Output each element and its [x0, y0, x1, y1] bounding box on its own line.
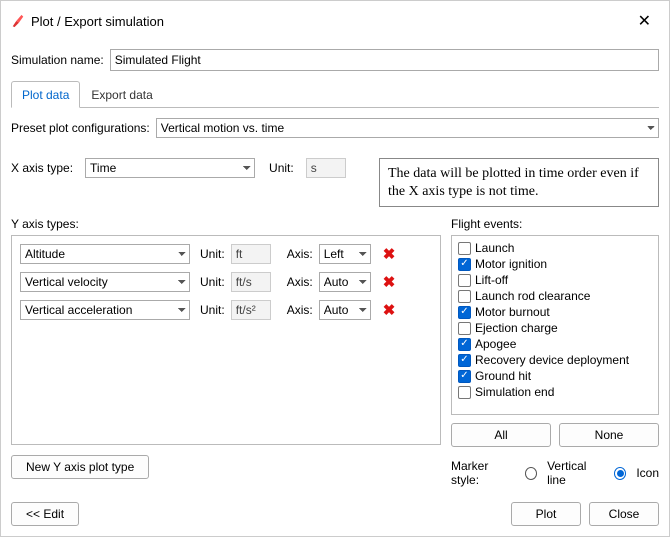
- event-row: Recovery device deployment: [456, 352, 654, 368]
- event-checkbox[interactable]: [458, 386, 471, 399]
- close-icon[interactable]: ✕: [630, 7, 659, 35]
- edit-button[interactable]: << Edit: [11, 502, 79, 526]
- y-unit: [231, 272, 271, 292]
- event-label: Launch rod clearance: [475, 289, 590, 303]
- xaxis-note-row: X axis type: Time Unit: The data will be…: [11, 158, 659, 207]
- event-checkbox[interactable]: [458, 242, 471, 255]
- y-axis-select[interactable]: Left: [319, 244, 371, 264]
- y-axis-select[interactable]: Auto: [319, 300, 371, 320]
- marker-style-row: Marker style: Vertical line Icon: [451, 459, 659, 487]
- event-checkbox[interactable]: [458, 354, 471, 367]
- tab-content: Preset plot configurations: Vertical mot…: [11, 108, 659, 526]
- y-axis-label: Axis:: [287, 303, 313, 317]
- marker-style-label: Marker style:: [451, 459, 515, 487]
- events-list: Launch Motor ignition Lift-off Launch rod c…: [451, 235, 659, 415]
- event-label: Simulation end: [475, 385, 554, 399]
- y-axis-label: Axis:: [287, 247, 313, 261]
- event-row: Ejection charge: [456, 320, 654, 336]
- event-checkbox[interactable]: [458, 274, 471, 287]
- new-y-wrap: New Y axis plot type: [11, 455, 441, 479]
- event-row: Launch: [456, 240, 654, 256]
- simulation-name-input[interactable]: [110, 49, 659, 71]
- y-row: Altitude Unit: Axis: Left ✖: [20, 244, 432, 264]
- xaxis-unit-label: Unit:: [269, 161, 294, 175]
- event-row: Launch rod clearance: [456, 288, 654, 304]
- event-label: Motor ignition: [475, 257, 547, 271]
- y-type-select[interactable]: Vertical velocity: [20, 272, 190, 292]
- simulation-name-label: Simulation name:: [11, 53, 104, 67]
- delete-y-row-icon[interactable]: ✖: [377, 245, 402, 263]
- event-row: Lift-off: [456, 272, 654, 288]
- xaxis-unit: [306, 158, 346, 178]
- preset-select[interactable]: Vertical motion vs. time: [156, 118, 659, 138]
- events-header: Flight events:: [451, 217, 653, 231]
- event-label: Apogee: [475, 337, 516, 351]
- y-unit-label: Unit:: [200, 303, 225, 317]
- event-checkbox[interactable]: [458, 290, 471, 303]
- window-title: Plot / Export simulation: [31, 14, 164, 29]
- events-all-button[interactable]: All: [451, 423, 551, 447]
- info-note: The data will be plotted in time order e…: [379, 158, 659, 207]
- dialog-body: Simulation name: Plot data Export data P…: [1, 41, 669, 536]
- xaxis-label: X axis type:: [11, 161, 73, 175]
- y-panel: AltitudeUnit:Axis:Left✖Vertical velocity…: [11, 235, 441, 445]
- y-unit: [231, 300, 271, 320]
- close-button[interactable]: Close: [589, 502, 659, 526]
- event-label: Lift-off: [475, 273, 508, 287]
- event-checkbox[interactable]: [458, 306, 471, 319]
- events-none-button[interactable]: None: [559, 423, 659, 447]
- xaxis-controls: X axis type: Time Unit:: [11, 158, 369, 178]
- preset-label: Preset plot configurations:: [11, 121, 150, 135]
- preset-row: Preset plot configurations: Vertical mot…: [11, 118, 659, 138]
- tab-export-data[interactable]: Export data: [80, 81, 163, 108]
- marker-icon-label: Icon: [636, 466, 659, 480]
- plot-button[interactable]: Plot: [511, 502, 581, 526]
- new-y-axis-button[interactable]: New Y axis plot type: [11, 455, 149, 479]
- y-type-select[interactable]: Altitude: [20, 244, 190, 264]
- y-section: Y axis types: AltitudeUnit:Axis:Left✖Ver…: [11, 217, 441, 494]
- y-row: Vertical velocity Unit: Axis: Auto ✖: [20, 272, 432, 292]
- title-bar: Plot / Export simulation ✕: [1, 1, 669, 41]
- event-row: Ground hit: [456, 368, 654, 384]
- event-checkbox[interactable]: [458, 258, 471, 271]
- event-row: Simulation end: [456, 384, 654, 400]
- simulation-name-row: Simulation name:: [11, 49, 659, 71]
- xaxis-type-select[interactable]: Time: [85, 158, 255, 178]
- delete-y-row-icon[interactable]: ✖: [377, 301, 402, 319]
- dialog-window: Plot / Export simulation ✕ Simulation na…: [0, 0, 670, 537]
- events-buttons: All None: [451, 423, 659, 447]
- event-label: Ejection charge: [475, 321, 558, 335]
- event-checkbox[interactable]: [458, 322, 471, 335]
- y-unit: [231, 244, 271, 264]
- events-section: Flight events: Launch Motor ignition Lift-…: [451, 217, 659, 494]
- event-label: Motor burnout: [475, 305, 550, 319]
- event-label: Launch: [475, 241, 514, 255]
- event-row: Motor ignition: [456, 256, 654, 272]
- bottom-bar: << Edit Plot Close: [11, 494, 659, 526]
- tab-bar: Plot data Export data: [11, 81, 659, 108]
- y-axis-label: Axis:: [287, 275, 313, 289]
- y-type-select[interactable]: Vertical acceleration: [20, 300, 190, 320]
- marker-vertical-label: Vertical line: [547, 459, 604, 487]
- y-axis-select[interactable]: Auto: [319, 272, 371, 292]
- event-row: Apogee: [456, 336, 654, 352]
- y-unit-label: Unit:: [200, 275, 225, 289]
- delete-y-row-icon[interactable]: ✖: [377, 273, 402, 291]
- y-row: Vertical acceleration Unit: Axis: Auto ✖: [20, 300, 432, 320]
- tab-plot-data[interactable]: Plot data: [11, 81, 80, 108]
- rocket-icon: [11, 14, 25, 28]
- marker-icon-radio[interactable]: [614, 467, 626, 480]
- y-header: Y axis types:: [11, 217, 435, 231]
- mid-section: Y axis types: AltitudeUnit:Axis:Left✖Ver…: [11, 217, 659, 494]
- event-checkbox[interactable]: [458, 370, 471, 383]
- event-label: Ground hit: [475, 369, 531, 383]
- y-unit-label: Unit:: [200, 247, 225, 261]
- event-label: Recovery device deployment: [475, 353, 629, 367]
- marker-vertical-radio[interactable]: [525, 467, 537, 480]
- event-row: Motor burnout: [456, 304, 654, 320]
- event-checkbox[interactable]: [458, 338, 471, 351]
